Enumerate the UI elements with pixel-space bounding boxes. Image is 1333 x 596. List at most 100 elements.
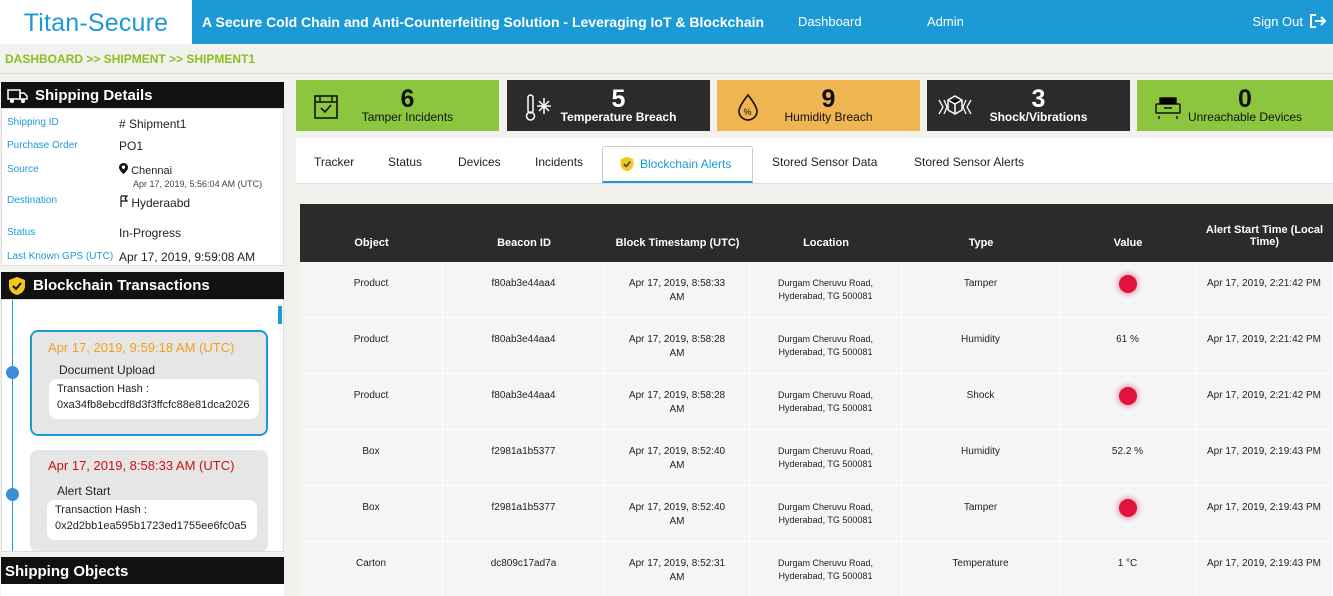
stat-shock-vibrations[interactable]: 3 Shock/Vibrations (927, 80, 1130, 131)
stat-label: Humidity Breach (784, 110, 873, 124)
location-line: Durgam Cheruvu Road, (777, 502, 874, 512)
cell-type: Tamper (902, 486, 1060, 542)
sign-out-button[interactable]: Sign Out (1252, 13, 1327, 29)
header-location: Location (803, 237, 849, 249)
header-beacon-id: Beacon ID (497, 237, 551, 249)
blockchain-transactions-list[interactable]: Apr 17, 2019, 9:59:18 AM (UTC) Document … (1, 299, 284, 552)
blockchain-transactions-header: Blockchain Transactions (1, 272, 284, 299)
tab-bar: Tracker Status Devices Incidents Blockch… (296, 138, 1333, 184)
location-pin-icon (119, 163, 128, 174)
scrollbar[interactable] (278, 306, 282, 324)
stat-label: Temperature Breach (560, 110, 677, 124)
stat-unreachable-devices[interactable]: 0 Unreachable Devices (1137, 80, 1333, 131)
stat-temperature-breach[interactable]: 5 Temperature Breach (507, 80, 710, 131)
timestamp-line: Apr 17, 2019, 8:52:40 (628, 446, 726, 457)
cell-object: Carton (300, 542, 443, 596)
blockchain-alerts-table: Object Beacon ID Block Timestamp (UTC) L… (300, 204, 1333, 596)
cell-value (1060, 374, 1196, 430)
timestamp-line: Apr 17, 2019, 8:52:31 (628, 558, 726, 569)
table-row[interactable]: Product f80ab3e44aa4 Apr 17, 2019, 8:58:28… (300, 318, 1333, 374)
tab-blockchain-alerts[interactable]: Blockchain Alerts (602, 146, 753, 183)
alert-indicator-icon (1118, 275, 1137, 293)
table-row[interactable]: Carton dc809c17ad7a Apr 17, 2019, 8:52:31 A… (300, 542, 1333, 596)
tab-stored-sensor-alerts[interactable]: Stored Sensor Alerts (906, 146, 1032, 183)
location-line: Durgam Cheruvu Road, (777, 278, 874, 288)
table-row[interactable]: Box f2981a1b5377 Apr 17, 2019, 8:52:40 AM Du… (300, 430, 1333, 486)
cell-start: Apr 17, 2019, 2:19:43 PM (1196, 430, 1333, 486)
cell-beacon: f2981a1b5377 (443, 486, 605, 542)
tab-stored-sensor-data[interactable]: Stored Sensor Data (764, 146, 885, 183)
cell-loc: Durgam Cheruvu Road, Hyderabad, TG 500081 (750, 374, 902, 430)
breadcrumb[interactable]: DASHBOARD >> SHIPMENT >> SHIPMENT1 (5, 52, 255, 66)
cell-loc: Durgam Cheruvu Road, Hyderabad, TG 500081 (750, 318, 902, 374)
cell-object: Product (300, 374, 443, 430)
cell-ts: Apr 17, 2019, 8:58:33 AM (605, 262, 750, 318)
brand-logo[interactable]: Titan-Secure (0, 0, 192, 44)
location-line: Hyderabad, TG 500081 (778, 291, 873, 301)
cell-type: Humidity (902, 430, 1060, 486)
timestamp-line: AM (669, 348, 685, 359)
location-line: Durgam Cheruvu Road, (777, 446, 874, 456)
nav-admin[interactable]: Admin (927, 14, 964, 29)
cell-ts: Apr 17, 2019, 8:52:31 AM (605, 542, 750, 596)
nav-dashboard[interactable]: Dashboard (798, 14, 862, 29)
header-object: Object (354, 237, 389, 249)
tab-devices[interactable]: Devices (450, 146, 509, 183)
transaction-hash: 0x2d2bb1ea595b1723ed1755ee6fc0a5 (55, 520, 247, 532)
cell-loc: Durgam Cheruvu Road, Hyderabad, TG 500081 (750, 542, 902, 596)
tab-tracker[interactable]: Tracker (306, 146, 362, 183)
shield-check-icon (620, 156, 634, 172)
transaction-hash-label: Transaction Hash : (57, 383, 149, 395)
cell-value (1060, 486, 1196, 542)
shipping-objects-panel (1, 584, 284, 596)
destination-value: Hyderaabd (119, 195, 190, 210)
sign-out-icon (1310, 14, 1327, 28)
stat-humidity-breach[interactable]: % 9 Humidity Breach (717, 80, 920, 131)
table-row[interactable]: Product f80ab3e44aa4 Apr 17, 2019, 8:58:28… (300, 374, 1333, 430)
shipping-details-header: Shipping Details (1, 82, 284, 109)
tagline: A Secure Cold Chain and Anti-Counterfeit… (202, 14, 765, 30)
location-line: Hyderabad, TG 500081 (778, 459, 873, 469)
transaction-time: Apr 17, 2019, 8:58:33 AM (UTC) (48, 458, 235, 473)
shield-check-icon (9, 276, 25, 295)
cell-object: Box (300, 430, 443, 486)
header-value: Value (1113, 237, 1143, 249)
cell-object: Product (300, 318, 443, 374)
cell-loc: Durgam Cheruvu Road, Hyderabad, TG 500081 (750, 430, 902, 486)
header-block-timestamp: Block Timestamp (UTC) (615, 237, 740, 249)
cell-type: Temperature (902, 542, 1060, 596)
header-alert-start-time: Alert Start Time (Local Time) (1205, 224, 1324, 248)
destination-city: Hyderaabd (131, 196, 191, 210)
timeline-line (12, 300, 13, 551)
shipping-id-value: # Shipment1 (119, 117, 187, 131)
timeline-dot (6, 366, 19, 379)
cell-value: 61 % (1060, 318, 1196, 374)
cell-value: 1 °C (1060, 542, 1196, 596)
timestamp-line: AM (669, 460, 685, 471)
alert-indicator-icon (1118, 387, 1137, 405)
timeline-dot (6, 488, 19, 501)
cell-ts: Apr 17, 2019, 8:52:40 AM (605, 486, 750, 542)
cell-beacon: f80ab3e44aa4 (443, 262, 605, 318)
top-bar: Titan-Secure A Secure Cold Chain and Ant… (0, 0, 1333, 44)
tab-status[interactable]: Status (380, 146, 430, 183)
cell-object: Box (300, 486, 443, 542)
cell-start: Apr 17, 2019, 2:21:42 PM (1196, 262, 1333, 318)
cell-start: Apr 17, 2019, 2:19:43 PM (1196, 486, 1333, 542)
stat-tamper-incidents[interactable]: 6 Tamper Incidents (296, 80, 499, 131)
truck-icon (7, 88, 28, 103)
cell-beacon: f2981a1b5377 (443, 430, 605, 486)
transaction-card[interactable]: Apr 17, 2019, 9:59:18 AM (UTC) Document … (30, 330, 268, 436)
purchase-order-value: PO1 (119, 139, 144, 153)
tab-blockchain-alerts-label: Blockchain Alerts (640, 157, 732, 171)
transaction-card[interactable]: Apr 17, 2019, 8:58:33 AM (UTC) Alert Sta… (30, 450, 268, 551)
tab-incidents[interactable]: Incidents (527, 146, 591, 183)
location-line: Hyderabad, TG 500081 (778, 571, 873, 581)
table-row[interactable]: Box f2981a1b5377 Apr 17, 2019, 8:52:40 AM Du… (300, 486, 1333, 542)
table-header: Object Beacon ID Block Timestamp (UTC) L… (300, 204, 1333, 262)
cell-beacon: f80ab3e44aa4 (443, 374, 605, 430)
stat-label: Tamper Incidents (361, 110, 454, 124)
table-row[interactable]: Product f80ab3e44aa4 Apr 17, 2019, 8:58:33… (300, 262, 1333, 318)
timestamp-line: AM (669, 572, 685, 583)
location-line: Durgam Cheruvu Road, (777, 390, 874, 400)
